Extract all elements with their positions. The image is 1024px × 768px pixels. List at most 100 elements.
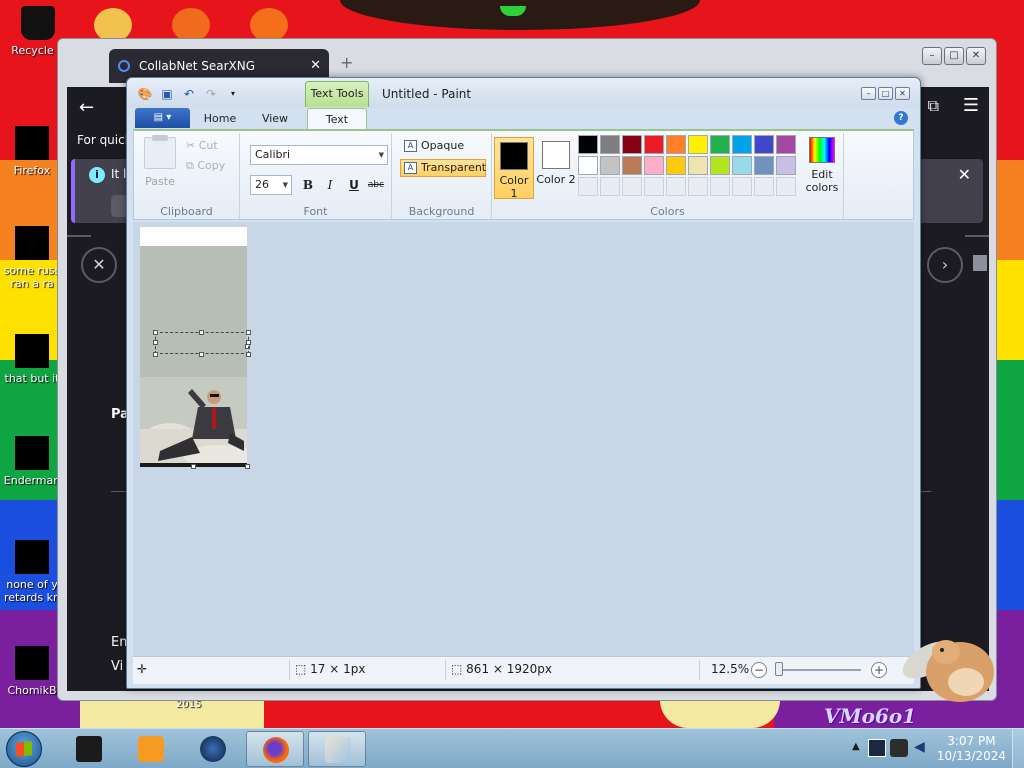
copy-button[interactable]: ⧉ Copy bbox=[186, 159, 225, 173]
palette-swatch-empty[interactable] bbox=[666, 177, 686, 196]
clock[interactable]: 3:07 PM 10/13/2024 bbox=[937, 734, 1006, 764]
selection-handle[interactable] bbox=[246, 352, 251, 357]
paint-titlebar[interactable]: 🎨 ▣ ↶ ↷ ▾ Text Tools Untitled - Paint – … bbox=[127, 78, 920, 108]
scrollbar-thumb[interactable] bbox=[973, 255, 987, 271]
folder-icon[interactable] bbox=[94, 8, 132, 42]
palette-swatch[interactable] bbox=[666, 156, 686, 175]
volume-icon[interactable]: ◀ bbox=[914, 739, 925, 755]
chevron-right-icon[interactable]: › bbox=[927, 247, 963, 283]
extensions-icon[interactable]: ⧉ bbox=[928, 96, 939, 116]
palette-swatch-empty[interactable] bbox=[644, 177, 664, 196]
canvas-workspace[interactable] bbox=[133, 222, 914, 656]
redo-icon[interactable]: ↷ bbox=[203, 86, 219, 102]
opaque-button[interactable]: A Opaque bbox=[400, 137, 486, 155]
file-menu-button[interactable]: ▤ ▾ bbox=[135, 108, 190, 128]
cut-button[interactable]: ✂ Cut bbox=[186, 139, 218, 152]
palette-swatch[interactable] bbox=[622, 156, 642, 175]
device-icon[interactable] bbox=[890, 739, 908, 757]
selection-handle[interactable] bbox=[246, 330, 251, 335]
selection-handle[interactable] bbox=[153, 330, 158, 335]
palette-swatch-empty[interactable] bbox=[622, 177, 642, 196]
tab-view[interactable]: View bbox=[247, 108, 303, 130]
paint-app-icon[interactable]: 🎨 bbox=[137, 86, 153, 102]
desktop-icon-file[interactable]: some russ ran a ra bbox=[0, 226, 64, 290]
palette-swatch[interactable] bbox=[600, 135, 620, 154]
selection-handle[interactable] bbox=[153, 340, 158, 345]
tab-text[interactable]: Text bbox=[307, 108, 367, 130]
palette-swatch[interactable] bbox=[688, 156, 708, 175]
save-icon[interactable]: ▣ bbox=[159, 86, 175, 102]
zoom-out-button[interactable]: − bbox=[751, 662, 767, 678]
palette-swatch-empty[interactable] bbox=[710, 177, 730, 196]
palette-swatch[interactable] bbox=[578, 156, 598, 175]
tab-home[interactable]: Home bbox=[193, 108, 247, 130]
bold-button[interactable]: B bbox=[298, 175, 318, 195]
zoom-slider-thumb[interactable] bbox=[774, 662, 783, 676]
minimize-button[interactable]: – bbox=[861, 87, 876, 100]
desktop-icon-file[interactable]: none of y retards kn bbox=[0, 540, 64, 604]
font-family-select[interactable]: Calibri ▼ bbox=[250, 145, 388, 165]
selection-handle[interactable] bbox=[199, 330, 204, 335]
color2-button[interactable]: Color 2 bbox=[536, 137, 576, 199]
desktop-icon-file[interactable]: that but it bbox=[0, 334, 64, 385]
customize-toolbar-icon[interactable]: ▾ bbox=[225, 86, 241, 102]
palette-swatch[interactable] bbox=[732, 135, 752, 154]
palette-swatch[interactable] bbox=[710, 135, 730, 154]
palette-swatch-empty[interactable] bbox=[754, 177, 774, 196]
taskbar-app-paint[interactable] bbox=[308, 731, 366, 767]
app-icon[interactable] bbox=[250, 8, 288, 42]
desktop-icon-enderman[interactable]: Enderman bbox=[0, 436, 64, 487]
palette-swatch-empty[interactable] bbox=[732, 177, 752, 196]
tray-expand-icon[interactable]: ▲ bbox=[852, 741, 860, 752]
help-icon[interactable]: ? bbox=[894, 111, 908, 125]
palette-swatch[interactable] bbox=[600, 156, 620, 175]
show-desktop-button[interactable] bbox=[1012, 729, 1024, 768]
palette-swatch-empty[interactable] bbox=[578, 177, 598, 196]
palette-swatch[interactable] bbox=[732, 156, 752, 175]
font-size-select[interactable]: 26 ▼ bbox=[250, 175, 292, 195]
edit-colors-button[interactable]: Edit colors bbox=[800, 137, 844, 194]
palette-swatch[interactable] bbox=[754, 135, 774, 154]
close-button[interactable]: ✕ bbox=[895, 87, 910, 100]
selection-handle[interactable] bbox=[246, 340, 251, 345]
palette-swatch[interactable] bbox=[644, 135, 664, 154]
network-icon[interactable] bbox=[868, 739, 886, 757]
taskbar-app-terminal[interactable] bbox=[60, 731, 118, 767]
italic-button[interactable]: I bbox=[320, 175, 340, 195]
paint-window[interactable]: 🎨 ▣ ↶ ↷ ▾ Text Tools Untitled - Paint – … bbox=[126, 77, 921, 689]
palette-swatch[interactable] bbox=[710, 156, 730, 175]
close-icon[interactable]: ✕ bbox=[958, 165, 971, 184]
taskbar-app-browser[interactable] bbox=[184, 731, 242, 767]
desktop-icon-chomik[interactable]: ChomikB bbox=[0, 646, 64, 697]
color1-button[interactable]: Color 1 bbox=[494, 137, 534, 200]
palette-swatch[interactable] bbox=[578, 135, 598, 154]
transparent-button[interactable]: A Transparent bbox=[400, 159, 486, 177]
zoom-in-button[interactable]: + bbox=[871, 662, 887, 678]
paste-button[interactable]: Paste bbox=[138, 175, 182, 188]
palette-swatch[interactable] bbox=[776, 135, 796, 154]
strikethrough-button[interactable]: abc bbox=[366, 175, 386, 195]
back-arrow-icon[interactable]: ← bbox=[79, 97, 94, 118]
palette-swatch-empty[interactable] bbox=[776, 177, 796, 196]
selection-handle[interactable] bbox=[199, 352, 204, 357]
palette-swatch-empty[interactable] bbox=[688, 177, 708, 196]
start-button[interactable] bbox=[6, 731, 42, 767]
maximize-button[interactable]: □ bbox=[944, 47, 964, 65]
palette-swatch[interactable] bbox=[754, 156, 774, 175]
palette-swatch[interactable] bbox=[688, 135, 708, 154]
hamburger-menu-icon[interactable]: ☰ bbox=[963, 95, 979, 116]
undo-icon[interactable]: ↶ bbox=[181, 86, 197, 102]
close-circle-icon[interactable]: ✕ bbox=[81, 247, 117, 283]
minimize-button[interactable]: – bbox=[922, 47, 942, 65]
resize-handle[interactable] bbox=[191, 464, 196, 469]
palette-swatch[interactable] bbox=[622, 135, 642, 154]
palette-swatch-empty[interactable] bbox=[600, 177, 620, 196]
resize-handle[interactable] bbox=[245, 464, 250, 469]
palette-swatch[interactable] bbox=[666, 135, 686, 154]
close-button[interactable]: ✕ bbox=[966, 47, 986, 65]
taskbar-app-firefox[interactable] bbox=[246, 731, 304, 767]
palette-swatch[interactable] bbox=[776, 156, 796, 175]
underline-button[interactable]: U bbox=[344, 175, 364, 195]
new-tab-button[interactable]: + bbox=[340, 53, 353, 72]
palette-swatch[interactable] bbox=[644, 156, 664, 175]
